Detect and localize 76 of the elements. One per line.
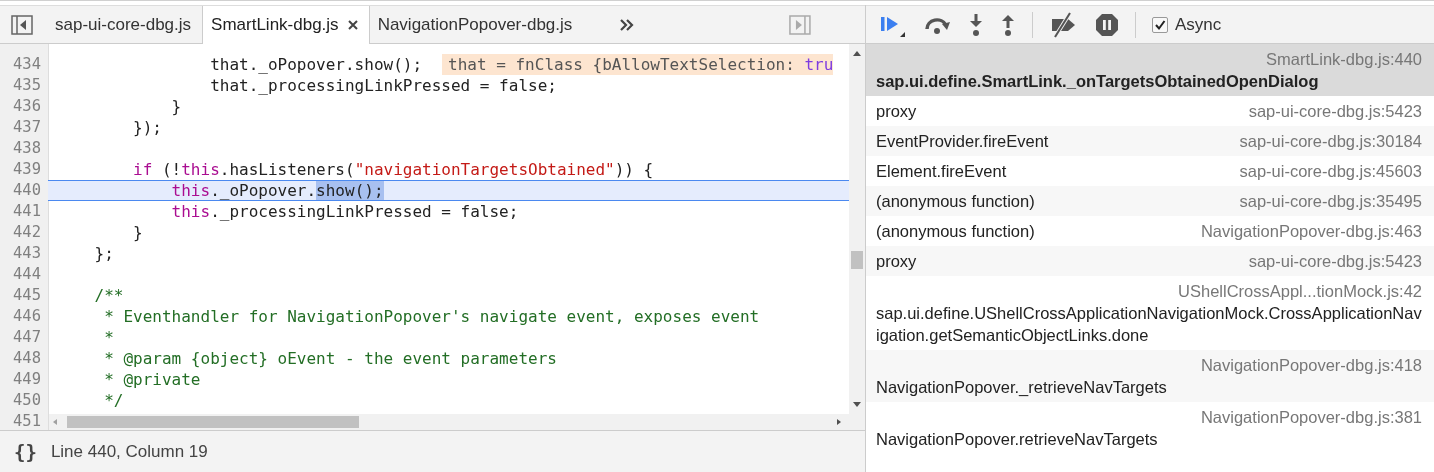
line-number: 434 (12, 54, 42, 75)
tab-label: SmartLink-dbg.js (211, 15, 339, 35)
line-number: 438 (12, 138, 42, 159)
checkbox-label: Async (1175, 14, 1222, 35)
line-number: 441 (12, 201, 42, 222)
line-number: 442 (12, 222, 42, 243)
line-number: 439 (12, 159, 42, 180)
line-number: 447 (12, 327, 42, 348)
line-number: 448 (12, 348, 42, 369)
code-line: * @private (103, 369, 201, 390)
line-number: 444 (12, 264, 42, 285)
line-number: 449 (12, 369, 42, 390)
call-frame[interactable]: NavigationPopover-dbg.js:418 NavigationPopover._retrieveNavTargets (866, 350, 1434, 402)
source-location: sap-ui-core-dbg.js:5423 (1248, 101, 1422, 122)
code-line: this._processingLinkPressed = false; (170, 201, 519, 222)
step-into-icon[interactable] (968, 12, 984, 37)
code-line: } (170, 96, 182, 117)
sidebar-toggle-icon[interactable] (11, 14, 33, 35)
call-frame[interactable]: EventProvider.fireEvent sap-ui-core-dbg.js:30184 (866, 126, 1434, 156)
vertical-scrollbar[interactable] (849, 44, 865, 415)
function-name: proxy (876, 101, 917, 122)
function-name: Element.fireEvent (876, 161, 1007, 182)
code-line: that._oPopover.show(); (209, 54, 423, 75)
code-line: }); (132, 117, 162, 138)
source-location: sap-ui-core-dbg.js:35495 (1239, 191, 1422, 212)
line-number: 443 (12, 243, 42, 264)
file-tab[interactable]: sap-ui-core-dbg.js (47, 6, 203, 43)
tab-label: NavigationPopover-dbg.js (377, 14, 573, 35)
file-tab[interactable]: NavigationPopover-dbg.js (369, 6, 584, 43)
code-line: * @param {object} oEvent - the event parameters (103, 348, 557, 369)
file-tab[interactable]: SmartLink-dbg.js (202, 6, 370, 44)
function-name: sap.ui.define.UShellCrossApplicationNavigationMock.CrossApplicationNavigation.getSemanticObjectLinks.done (876, 303, 1422, 346)
function-name: (anonymous function) (876, 221, 1035, 242)
source-location: sap-ui-core-dbg.js:45603 (1239, 161, 1422, 182)
source-location: NavigationPopover-dbg.js:463 (1200, 221, 1422, 242)
pretty-print-button[interactable]: {} (14, 440, 37, 463)
close-icon[interactable] (346, 19, 359, 31)
code-line: * Eventhandler for NavigationPopover's navigate event, exposes event (103, 306, 760, 327)
function-name: proxy (876, 251, 917, 272)
code-line: */ (103, 390, 124, 411)
step-out-icon[interactable] (1000, 12, 1016, 37)
code-line: } (132, 222, 143, 243)
code-line: this._oPopover.show(); (170, 181, 384, 200)
code-line: if (!this.hasListeners("navigationTargetsObtained")) { (132, 159, 654, 180)
source-location: sap-ui-core-dbg.js:5423 (1248, 251, 1422, 272)
call-frame[interactable]: proxy sap-ui-core-dbg.js:5423 (866, 246, 1434, 276)
cursor-position: Line 440, Column 19 (50, 441, 208, 462)
call-frame[interactable]: (anonymous function) sap-ui-core-dbg.js:35495 (866, 186, 1434, 216)
line-number: 437 (12, 117, 42, 138)
function-name: sap.ui.define.SmartLink._onTargetsObtainedOpenDialog (876, 71, 1319, 92)
function-name: NavigationPopover._retrieveNavTargets (876, 377, 1167, 398)
line-number: 435 (12, 75, 42, 96)
source-location: sap-ui-core-dbg.js:30184 (1239, 131, 1422, 152)
function-name: NavigationPopover.retrieveNavTargets (876, 429, 1158, 450)
inline-value: that = fnClass {bAllowTextSelection: tru (442, 54, 834, 75)
source-location: NavigationPopover-dbg.js:418 (1200, 355, 1422, 376)
pause-icon[interactable] (1095, 12, 1119, 37)
source-location: SmartLink-dbg.js:440 (1266, 49, 1422, 70)
call-frame[interactable]: SmartLink-dbg.js:440 sap.ui.define.SmartLink._onTargetsObtainedOpenDialog (866, 44, 1434, 96)
line-number: 451 (12, 411, 42, 430)
line-number: 436 (12, 96, 42, 117)
line-number: 446 (12, 306, 42, 327)
more-tabs-icon[interactable] (619, 17, 636, 32)
checkbox[interactable] (1152, 16, 1168, 33)
code-line: }; (93, 243, 114, 264)
code-line: * (103, 327, 114, 348)
line-number: 445 (12, 285, 42, 306)
line-number: 440 (12, 180, 42, 201)
code-line: /** (93, 285, 124, 306)
line-number: 450 (12, 390, 42, 411)
function-name: EventProvider.fireEvent (876, 131, 1049, 152)
function-name: (anonymous function) (876, 191, 1035, 212)
code-line: that._processingLinkPressed = false; (209, 75, 557, 96)
source-location: NavigationPopover-dbg.js:381 (1200, 407, 1422, 428)
source-location: UShellCrossAppl...tionMock.js:42 (1178, 281, 1422, 302)
tab-label: sap-ui-core-dbg.js (55, 14, 192, 35)
